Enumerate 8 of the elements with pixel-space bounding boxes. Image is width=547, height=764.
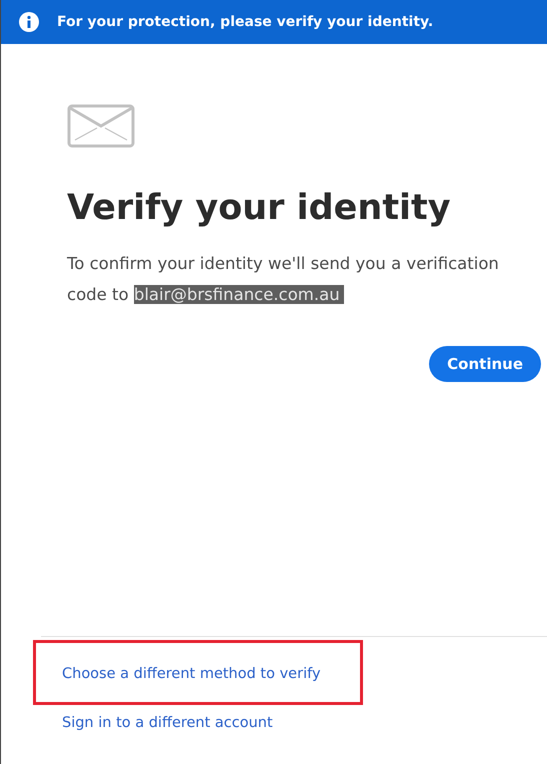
text-link[interactable]: Sign in to a different account (62, 715, 273, 731)
banner-message: For your protection, please verify your identity. (57, 14, 434, 30)
page-heading: Verify your identity (67, 187, 452, 230)
continue-button[interactable]: Continue (429, 346, 541, 382)
description-text: To confirm your identity we'll send you a verification code to blair@brsfinance.com.au (67, 253, 500, 306)
text-link[interactable]: Choose a different method to verify (62, 666, 321, 682)
info-icon (19, 12, 39, 32)
envelope-icon (67, 104, 135, 148)
